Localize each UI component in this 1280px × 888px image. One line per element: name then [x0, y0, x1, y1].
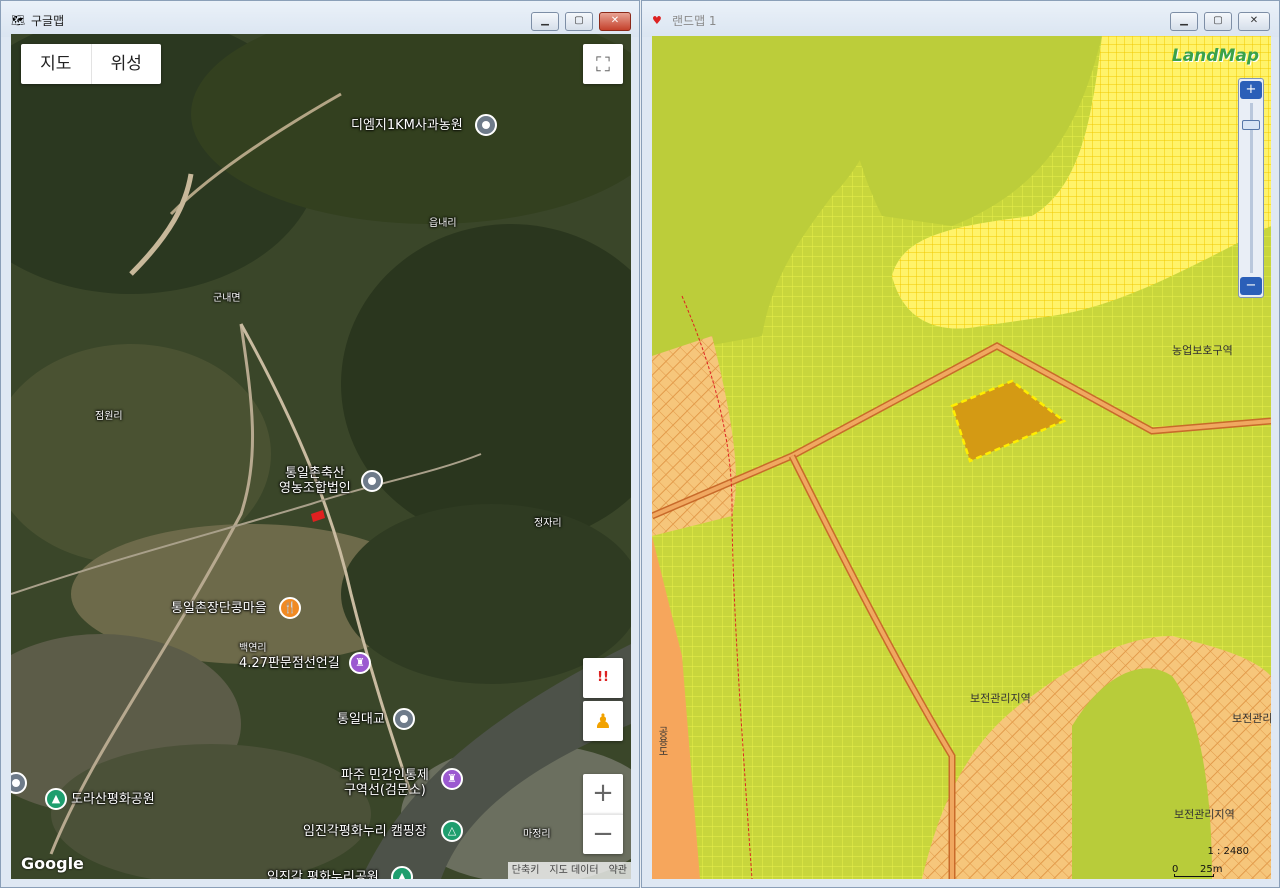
place-label[interactable]: 임진각 평화누리공원: [267, 870, 379, 879]
zoom-slider[interactable]: + −: [1238, 78, 1264, 298]
maximize-button[interactable]: ▢: [1204, 12, 1232, 31]
scale-ratio: 1 : 2480: [1207, 846, 1249, 857]
attribution-bar: 단축키 지도 데이터 약관: [507, 862, 631, 879]
title-bar[interactable]: ♥ 랜드맵 1 ▁ ▢ ✕: [642, 1, 1279, 37]
road-label: 공용도: [656, 726, 667, 756]
map-type-map[interactable]: 지도: [21, 44, 92, 84]
place-label[interactable]: 통일대교: [337, 712, 385, 727]
terms-link[interactable]: 약관: [609, 862, 627, 879]
google-logo: Google: [21, 854, 84, 873]
place-label[interactable]: 통일촌장단콩마을: [171, 601, 267, 616]
zoom-thumb[interactable]: [1242, 120, 1260, 130]
bridge-pin-icon[interactable]: [393, 708, 415, 730]
scale-bar: [1174, 874, 1214, 877]
place-label[interactable]: 통일촌축산 영농조합법인: [279, 466, 351, 496]
zone-label: 보전관리지역: [970, 692, 1031, 705]
window-title: 랜드맵 1: [672, 14, 717, 28]
landmap-logo: LandMap: [1171, 46, 1259, 66]
map-type-satellite[interactable]: 위성: [92, 44, 162, 84]
place-label[interactable]: 임진각평화누리 캠핑장: [303, 824, 427, 839]
place-label[interactable]: 4.27판문점선언길: [239, 656, 340, 671]
restaurant-pin-icon[interactable]: 🍴: [279, 597, 301, 619]
map-data-link[interactable]: 지도 데이터: [549, 862, 598, 879]
app-icon: ♥: [652, 14, 662, 27]
shortcuts-link[interactable]: 단축키: [512, 862, 540, 879]
minimize-button[interactable]: ▁: [1170, 12, 1198, 31]
area-label: 마정리: [523, 829, 551, 840]
landmap-window: ♥ 랜드맵 1 ▁ ▢ ✕ LandMap + − 농업보호구역 보전관리지역 …: [641, 0, 1280, 888]
app-icon: 🗺: [11, 14, 25, 27]
zoning-map[interactable]: LandMap + − 농업보호구역 보전관리지역 보전관리 보전관리지역 공용…: [652, 36, 1271, 879]
zoom-in-button[interactable]: +: [583, 774, 623, 814]
zoom-in-button[interactable]: +: [1240, 81, 1262, 99]
street-view-pegman-icon[interactable]: ♟: [583, 701, 623, 741]
zoning-layers: [652, 36, 1271, 879]
landmark-pin-icon[interactable]: ♜: [349, 652, 371, 674]
alert-button[interactable]: !!: [583, 658, 623, 698]
place-pin-icon[interactable]: [475, 114, 497, 136]
zone-label: 농업보호구역: [1172, 344, 1233, 357]
minimize-button[interactable]: ▁: [531, 12, 559, 31]
map-type-toggle: 지도 위성: [21, 44, 161, 84]
area-label: 읍내리: [429, 218, 457, 229]
area-label: 백연리: [239, 643, 267, 654]
area-label: 군내면: [213, 293, 241, 304]
close-button[interactable]: ✕: [599, 12, 631, 31]
title-bar[interactable]: 🗺 구글맵 ▁ ▢ ✕: [1, 1, 639, 37]
place-label[interactable]: 디엠지1KM사과농원: [351, 118, 463, 133]
zone-label: 보전관리: [1232, 712, 1271, 725]
satellite-imagery: [11, 34, 631, 879]
close-button[interactable]: ✕: [1238, 12, 1270, 31]
zone-label: 보전관리지역: [1174, 808, 1235, 821]
campsite-pin-icon[interactable]: △: [441, 820, 463, 842]
area-label: 점원리: [95, 411, 123, 422]
google-map-window: 🗺 구글맵 ▁ ▢ ✕ 지도 위성 ⛶ 디엠지1KM사과농원 통일촌축산 영농조…: [0, 0, 640, 888]
zoom-out-button[interactable]: −: [1240, 277, 1262, 295]
window-title: 구글맵: [31, 14, 65, 28]
place-pin-icon[interactable]: [361, 470, 383, 492]
park-pin-icon[interactable]: ▲: [45, 788, 67, 810]
zoom-out-button[interactable]: −: [583, 814, 623, 854]
area-label: 정자리: [534, 518, 562, 529]
landmark-pin-icon[interactable]: ♜: [441, 768, 463, 790]
fullscreen-button[interactable]: ⛶: [583, 44, 623, 84]
satellite-map[interactable]: 지도 위성 ⛶ 디엠지1KM사과농원 통일촌축산 영농조합법인 통일촌장단콩마을…: [11, 34, 631, 879]
place-label[interactable]: 파주 민간인통제 구역선(검문소): [341, 768, 429, 798]
maximize-button[interactable]: ▢: [565, 12, 593, 31]
place-label[interactable]: 도라산평화공원: [71, 792, 155, 807]
